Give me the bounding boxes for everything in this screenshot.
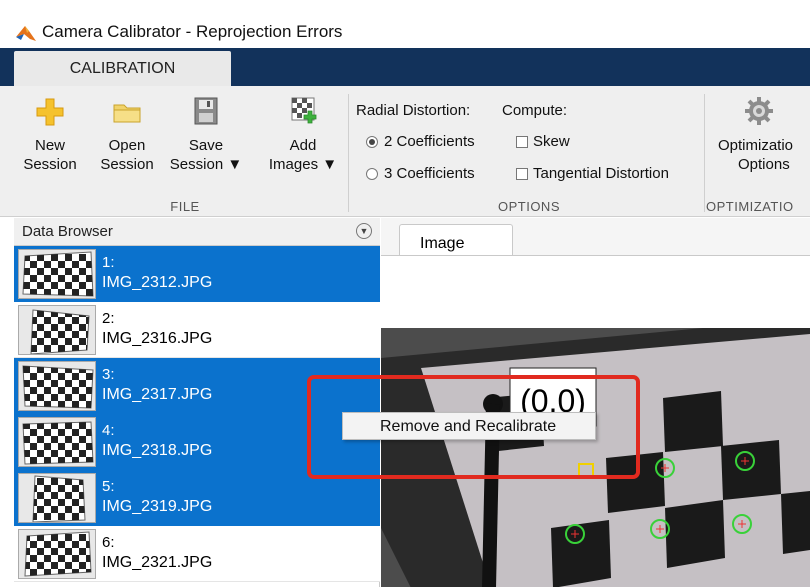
optimization-label-2: Options (738, 156, 790, 173)
title-bar: Camera Calibrator - Reprojection Errors (0, 0, 810, 48)
matlab-logo-icon (16, 26, 36, 41)
list-item-index: 5: (102, 478, 115, 495)
coeff-2-label: 2 Coefficients (384, 133, 475, 150)
list-item-index: 1: (102, 254, 115, 271)
new-session-label-1: New (34, 137, 65, 154)
panel-menu-chevron-icon[interactable]: ▼ (356, 223, 372, 239)
new-session-icon (36, 98, 64, 126)
list-item-index: 4: (102, 422, 115, 439)
optimization-label-1: Optimizatio (718, 137, 794, 154)
image-thumbnail (18, 249, 96, 299)
optimization-section-label: OPTIMIZATIO (706, 199, 794, 214)
toolstrip-tabs: CALIBRATION (0, 48, 810, 86)
image-thumbnail (18, 473, 96, 523)
folder-icon (113, 104, 141, 123)
file-section-label: FILE (170, 199, 200, 214)
skew-label: Skew (533, 133, 570, 150)
new-session-label-2: Session (23, 156, 77, 173)
list-item-index: 6: (102, 534, 115, 551)
annotation-highlight-box (307, 375, 640, 479)
section-divider (348, 94, 349, 212)
list-item[interactable]: 6: IMG_2321.JPG (14, 526, 380, 582)
list-item[interactable]: 2: IMG_2316.JPG (14, 302, 380, 358)
save-floppy-icon (194, 97, 218, 125)
list-item-filename: IMG_2318.JPG (102, 442, 213, 459)
section-divider (704, 94, 705, 212)
tangential-label: Tangential Distortion (533, 165, 669, 182)
save-session-button[interactable]: Save Session ▼ (164, 96, 248, 174)
list-item-filename: IMG_2316.JPG (102, 330, 213, 347)
tab-image[interactable]: Image (399, 224, 513, 256)
skew-checkbox[interactable] (516, 136, 528, 148)
image-thumbnail (18, 417, 96, 467)
list-item-filename: IMG_2319.JPG (102, 498, 213, 515)
optimization-options-button[interactable]: Optimizatio Options (712, 96, 810, 174)
list-item-index: 3: (102, 366, 115, 383)
save-session-label-2: Session ▼ (169, 156, 243, 173)
radio-2-coefficients[interactable] (366, 136, 378, 148)
data-browser-title: Data Browser (22, 223, 113, 240)
list-item-index: 2: (102, 310, 115, 327)
add-images-icon (291, 97, 317, 124)
radio-3-coefficients[interactable] (366, 168, 378, 180)
open-session-label-2: Session (100, 156, 154, 173)
list-item-filename: IMG_2321.JPG (102, 554, 213, 571)
tab-calibration[interactable]: CALIBRATION (14, 51, 231, 86)
list-item[interactable]: 1: IMG_2312.JPG (14, 246, 380, 302)
gear-icon (745, 97, 773, 125)
image-thumbnail (18, 305, 96, 355)
ribbon: New Session Open Session Save Session ▼ (0, 86, 810, 217)
radial-distortion-label: Radial Distortion: (356, 102, 471, 119)
data-browser-header: Data Browser ▼ (14, 218, 380, 246)
list-item-filename: IMG_2312.JPG (102, 274, 213, 291)
new-session-button[interactable]: New Session (20, 96, 80, 174)
compute-label: Compute: (502, 102, 568, 119)
options-section-label: OPTIONS (497, 199, 560, 214)
image-thumbnail (18, 529, 96, 579)
add-images-label-2: Images ▼ (268, 156, 338, 173)
window-title: Camera Calibrator - Reprojection Errors (42, 22, 343, 41)
open-session-button[interactable]: Open Session (94, 96, 160, 174)
list-item-filename: IMG_2317.JPG (102, 386, 213, 403)
add-images-label-1: Add (289, 137, 317, 154)
image-thumbnail (18, 361, 96, 411)
coeff-3-label: 3 Coefficients (384, 165, 475, 182)
tangential-checkbox[interactable] (516, 168, 528, 180)
save-session-label-1: Save (188, 137, 224, 154)
add-images-button[interactable]: Add Images ▼ (266, 96, 340, 174)
open-session-label-1: Open (108, 137, 146, 154)
